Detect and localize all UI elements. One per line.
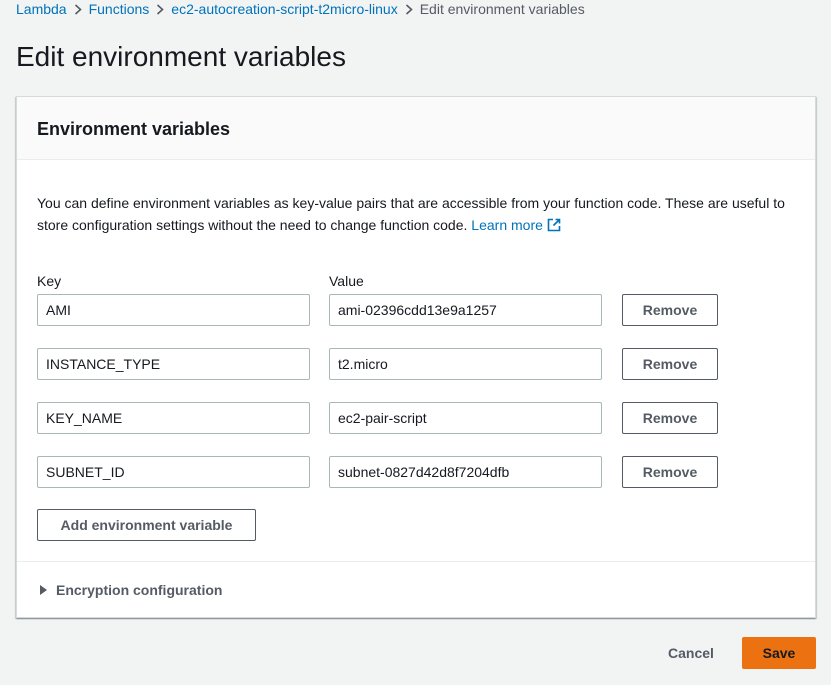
panel-header: Environment variables: [17, 97, 815, 160]
caret-right-icon: [40, 585, 47, 595]
value-column-label: Value: [329, 273, 364, 289]
encryption-configuration-toggle[interactable]: Encryption configuration: [37, 581, 222, 599]
remove-button[interactable]: Remove: [622, 348, 718, 380]
key-input[interactable]: [37, 348, 310, 380]
key-input[interactable]: [37, 294, 310, 326]
breadcrumb-current: Edit environment variables: [419, 1, 585, 17]
remove-button[interactable]: Remove: [622, 294, 718, 326]
chevron-right-icon: [149, 0, 171, 18]
breadcrumb-function-name[interactable]: ec2-autocreation-script-t2micro-linux: [171, 0, 397, 18]
key-input[interactable]: [37, 456, 310, 488]
env-var-row: Remove: [17, 456, 815, 488]
external-link-icon: [547, 216, 561, 238]
divider: [17, 561, 815, 562]
chevron-right-icon: [67, 0, 89, 18]
environment-variables-panel: Environment variables You can define env…: [16, 96, 816, 618]
remove-button[interactable]: Remove: [622, 456, 718, 488]
value-input[interactable]: [329, 402, 602, 434]
env-var-row: Remove: [17, 348, 815, 380]
key-column-label: Key: [37, 273, 62, 289]
learn-more-label: Learn more: [471, 217, 543, 233]
cancel-button[interactable]: Cancel: [650, 637, 732, 669]
encryption-configuration-label: Encryption configuration: [56, 582, 223, 598]
breadcrumb-functions[interactable]: Functions: [89, 0, 150, 18]
breadcrumb: Lambda Functions ec2-autocreation-script…: [16, 0, 585, 18]
save-button[interactable]: Save: [742, 637, 816, 669]
description-text: You can define environment variables as …: [37, 195, 785, 233]
chevron-right-icon: [398, 0, 420, 18]
env-var-row: Remove: [17, 294, 815, 326]
remove-button[interactable]: Remove: [622, 402, 718, 434]
value-input[interactable]: [329, 348, 602, 380]
page-title: Edit environment variables: [16, 41, 346, 72]
value-input[interactable]: [329, 294, 602, 326]
add-environment-variable-button[interactable]: Add environment variable: [37, 509, 256, 541]
learn-more-link[interactable]: Learn more: [471, 217, 561, 233]
breadcrumb-lambda[interactable]: Lambda: [16, 0, 67, 18]
panel-description: You can define environment variables as …: [37, 192, 807, 238]
value-input[interactable]: [329, 456, 602, 488]
key-input[interactable]: [37, 402, 310, 434]
env-var-row: Remove: [17, 402, 815, 434]
panel-title: Environment variables: [37, 119, 231, 139]
